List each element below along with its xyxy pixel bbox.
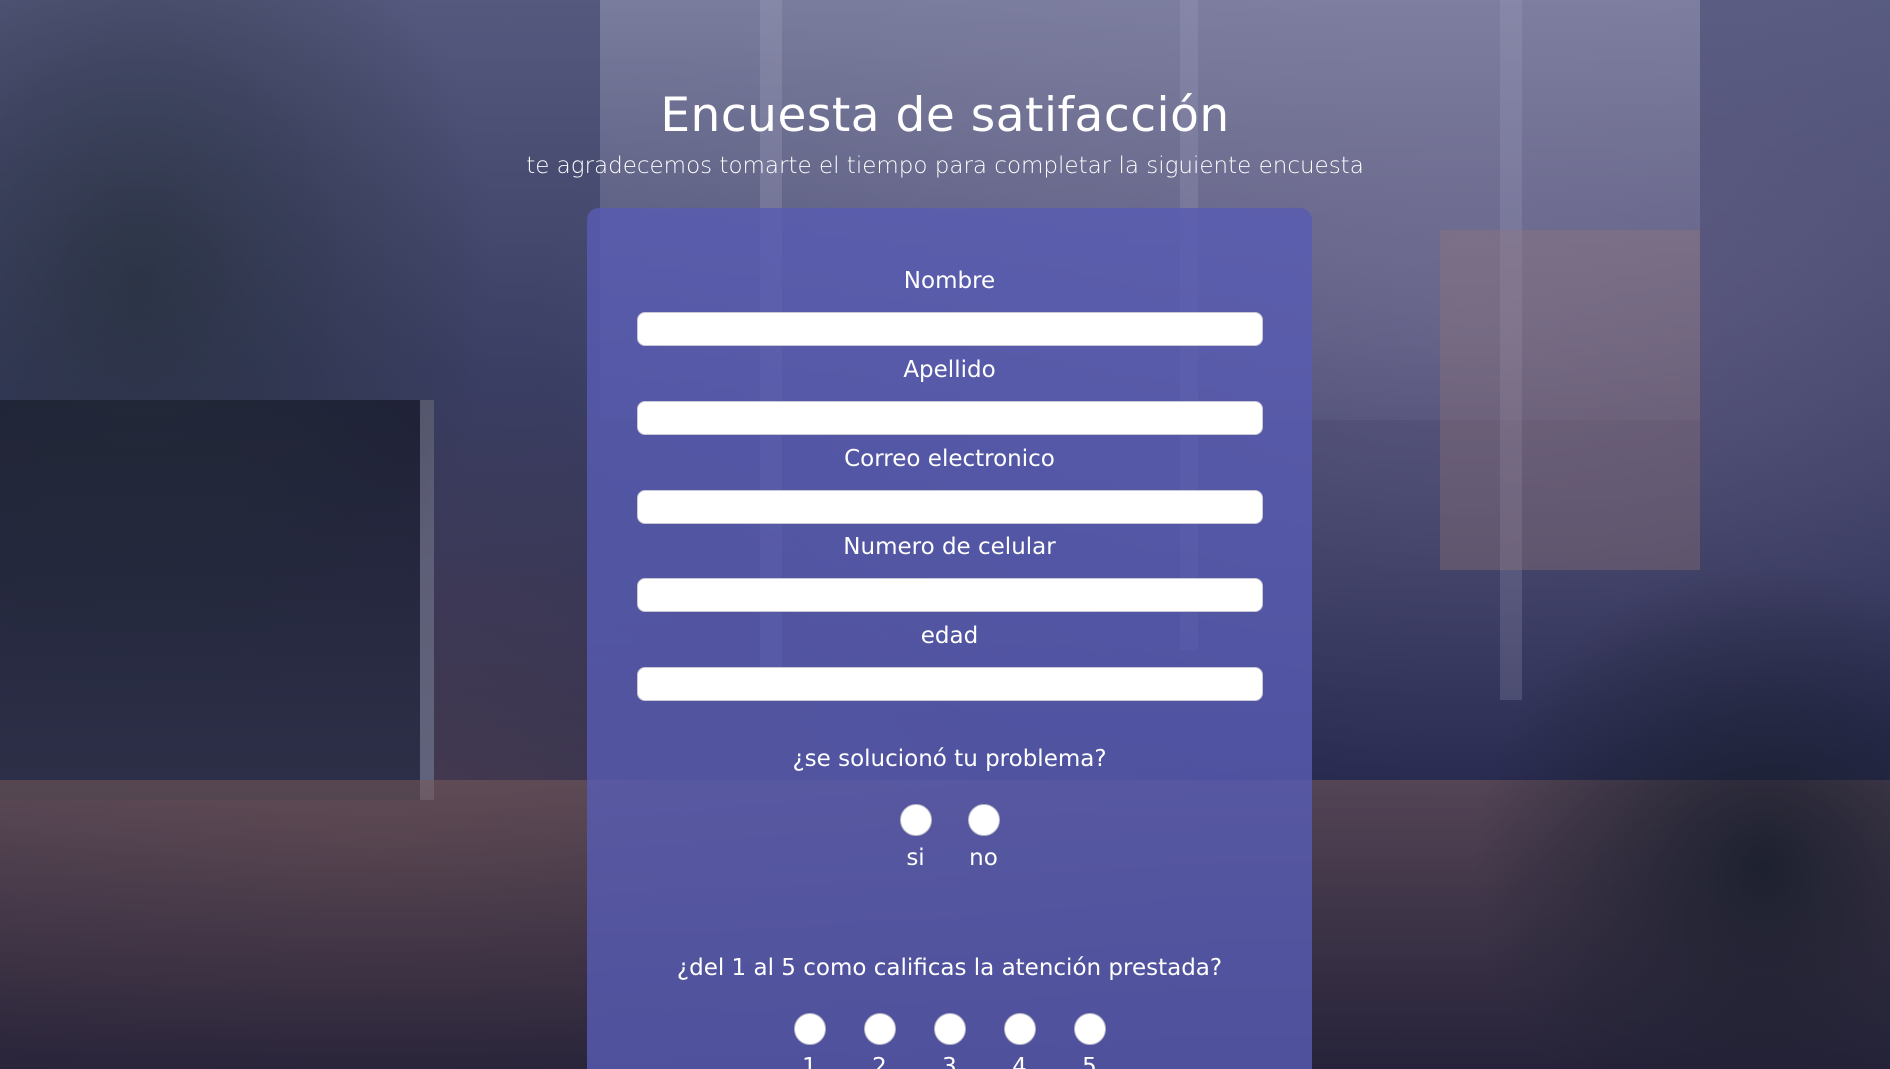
radio-button-rating-3[interactable] (933, 1013, 966, 1045)
radio-option-rating-3[interactable]: 3 (933, 1013, 966, 1069)
radio-button-no[interactable] (967, 804, 1000, 836)
radio-button-rating-4[interactable] (1003, 1013, 1036, 1045)
radio-label-si: si (906, 845, 925, 871)
page-title: Encuesta de satifacción (660, 88, 1230, 143)
radio-label-rating-1: 1 (802, 1054, 817, 1069)
radio-label-no: no (969, 845, 998, 871)
survey-form: Nombre Apellido Correo electronico Numer… (587, 208, 1312, 1069)
apellido-input[interactable] (637, 401, 1263, 435)
radio-button-rating-1[interactable] (793, 1013, 826, 1045)
radio-label-rating-5: 5 (1082, 1054, 1097, 1069)
field-label-correo: Correo electronico (844, 446, 1055, 472)
radio-option-rating-5[interactable]: 5 (1073, 1013, 1106, 1069)
page-subtitle: te agradecemos tomarte el tiempo para co… (526, 153, 1364, 179)
radio-option-rating-1[interactable]: 1 (793, 1013, 826, 1069)
radio-group-rating: 1 2 3 4 5 (587, 1013, 1312, 1069)
celular-input[interactable] (637, 578, 1263, 612)
radio-button-si[interactable] (899, 804, 932, 836)
radio-button-rating-2[interactable] (863, 1013, 896, 1045)
radio-label-rating-4: 4 (1012, 1054, 1027, 1069)
background-plant (1470, 560, 1890, 1069)
page: Encuesta de satifacción te agradecemos t… (0, 0, 1890, 1069)
radio-option-rating-4[interactable]: 4 (1003, 1013, 1036, 1069)
question-solved: ¿se solucionó tu problema? (792, 746, 1107, 772)
correo-input[interactable] (637, 490, 1263, 524)
field-label-celular: Numero de celular (843, 534, 1056, 560)
nombre-input[interactable] (637, 312, 1263, 346)
edad-input[interactable] (637, 667, 1263, 701)
radio-button-rating-5[interactable] (1073, 1013, 1106, 1045)
field-label-nombre: Nombre (903, 268, 996, 294)
radio-label-rating-2: 2 (872, 1054, 887, 1069)
radio-group-solved: si no (587, 804, 1312, 872)
field-label-edad: edad (920, 623, 979, 649)
radio-option-rating-2[interactable]: 2 (863, 1013, 896, 1069)
background-shelf (1440, 230, 1700, 570)
field-label-apellido: Apellido (903, 357, 996, 383)
question-rating: ¿del 1 al 5 como calificas la atención p… (676, 955, 1223, 981)
radio-label-rating-3: 3 (942, 1054, 957, 1069)
radio-option-si[interactable]: si (899, 804, 932, 872)
radio-option-no[interactable]: no (967, 804, 1000, 872)
